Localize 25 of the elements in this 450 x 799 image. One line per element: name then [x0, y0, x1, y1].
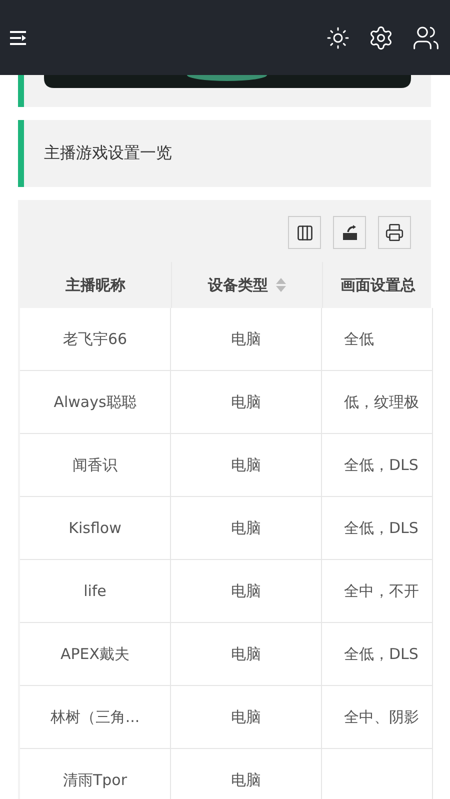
table-cell: 电脑 [171, 497, 322, 560]
column-header: 主播昵称 [64, 274, 126, 296]
table-cell: 全低，DLS [322, 434, 433, 497]
section-title: 主播游戏设置一览 [44, 143, 172, 164]
table-cell: 全低，DLS [322, 497, 433, 560]
table-cell: life [20, 560, 171, 623]
table-cell: 老飞宇66 [20, 308, 171, 371]
table-cell: Kisflow [20, 497, 171, 560]
table-cell: 电脑 [171, 560, 322, 623]
table-cell: 电脑 [171, 434, 322, 497]
table-cell: 全中，不开 [322, 560, 433, 623]
table-cell: Always聪聪 [20, 371, 171, 434]
table-cell: 全低 [322, 308, 433, 371]
table-cell: 全低，DLS [322, 623, 433, 686]
table-cell: 电脑 [171, 371, 322, 434]
table-cell: 电脑 [171, 308, 322, 371]
table-cell: 闻香识 [20, 434, 171, 497]
table-cell: 电脑 [171, 686, 322, 749]
table-cell: 电脑 [171, 749, 322, 799]
table-cell: APEX戴夫 [20, 623, 171, 686]
table-cell: 全中、阴影 [322, 686, 433, 749]
table-cell: 电脑 [171, 623, 322, 686]
table-cell: 林树（三角... [20, 686, 171, 749]
table-cell: 低，纹理极 [322, 371, 433, 434]
table-cell: 清雨Tpor [20, 749, 171, 799]
